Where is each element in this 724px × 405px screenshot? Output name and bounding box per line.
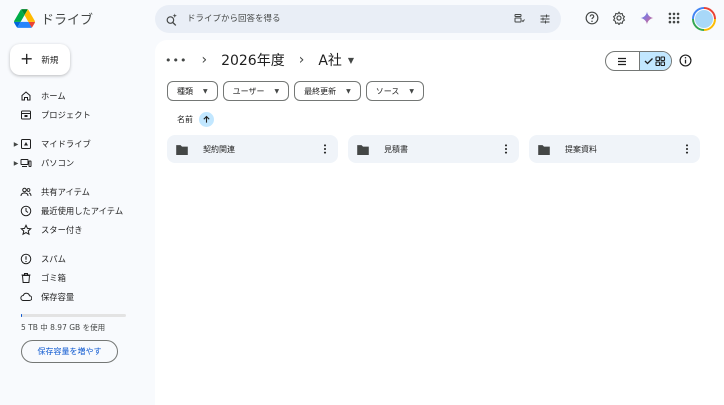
grid-view-button[interactable]: [638, 52, 671, 70]
breadcrumb-item[interactable]: 2026年度: [221, 50, 285, 70]
gemini-icon[interactable]: [640, 11, 654, 25]
view-toggle: [605, 51, 672, 71]
expand-caret-icon[interactable]: ▶: [12, 160, 20, 167]
folder-icon: [176, 144, 188, 155]
search-chips-icon[interactable]: [513, 13, 525, 25]
star-icon: [20, 224, 32, 236]
settings-icon[interactable]: [612, 11, 626, 25]
my-drive-icon: [21, 139, 31, 149]
filter-chip-label: 種類: [177, 86, 193, 96]
list-view-button[interactable]: [606, 52, 639, 70]
home-icon: [21, 91, 31, 101]
project-icon: [21, 110, 31, 120]
drive-logo-icon: [14, 9, 35, 28]
breadcrumb: ••• › 2026年度 › A社 ▼: [165, 50, 354, 70]
storage-usage-bar: [21, 314, 126, 317]
apps-grid-icon[interactable]: [667, 11, 681, 25]
more-options-icon[interactable]: [320, 143, 330, 155]
folder-name: 契約関連: [203, 144, 235, 154]
sidebar-item-label: スター付き: [41, 225, 83, 235]
sort-label[interactable]: 名前: [177, 114, 193, 125]
storage-usage-fill: [21, 314, 23, 317]
sort-direction-button[interactable]: [199, 112, 214, 127]
sidebar-item-label: スパム: [41, 254, 66, 264]
sidebar-item-label: パソコン: [41, 158, 75, 168]
sort-control: 名前: [177, 112, 214, 127]
arrow-up-icon: [203, 115, 210, 123]
ai-search-icon: [166, 13, 177, 26]
sidebar-item-home[interactable]: ホーム: [0, 87, 66, 105]
more-options-icon[interactable]: [682, 143, 692, 155]
filter-people-chip[interactable]: ユーザー ▼: [222, 81, 290, 101]
sidebar-item-label: ゴミ箱: [41, 273, 66, 283]
sidebar-item-computers[interactable]: ▶ パソコン: [0, 154, 75, 172]
folder-icon: [357, 144, 369, 155]
sidebar-item-spam[interactable]: スパム: [0, 250, 66, 268]
folder-name: 提案資料: [565, 144, 597, 154]
sidebar-item-starred[interactable]: スター付き: [0, 221, 83, 239]
dropdown-arrow-icon[interactable]: ▼: [348, 56, 354, 65]
sidebar-item-recent[interactable]: 最近使用したアイテム: [0, 202, 123, 220]
filter-chips: 種類 ▼ ユーザー ▼ 最終更新 ▼ ソース ▼: [167, 81, 424, 101]
main-content: ••• › 2026年度 › A社 ▼ 種類 ▼ ユーザー ▼ 最終更新 ▼ ソ…: [155, 40, 724, 405]
more-options-icon[interactable]: [501, 143, 511, 155]
new-button-label: 新規: [41, 55, 59, 66]
sidebar-item-label: マイドライブ: [41, 139, 91, 149]
folder-grid: 契約関連 見積書 提案資料: [167, 135, 700, 163]
shared-icon: [20, 187, 32, 197]
chevron-right-icon: ›: [201, 52, 208, 68]
recent-icon: [20, 205, 32, 217]
sidebar-item-storage[interactable]: 保存容量: [0, 288, 74, 306]
filter-chip-label: ソース: [375, 86, 400, 96]
filter-modified-chip[interactable]: 最終更新 ▼: [294, 81, 361, 101]
computer-icon: [20, 159, 32, 167]
folder-name: 見積書: [384, 144, 408, 154]
storage-usage-text: 5 TB 中 8.97 GB を使用: [21, 323, 106, 332]
chevron-right-icon: ›: [298, 52, 305, 68]
filter-type-chip[interactable]: 種類 ▼: [167, 81, 218, 101]
grid-view-checked-icon: [644, 56, 666, 66]
drive-logo[interactable]: ドライブ: [14, 9, 93, 28]
folder-card[interactable]: 見積書: [348, 135, 519, 163]
plus-icon: +: [20, 48, 34, 68]
folder-icon: [538, 144, 550, 155]
search-options-icon[interactable]: [539, 13, 551, 25]
filter-chip-label: 最終更新: [304, 86, 337, 96]
folder-card[interactable]: 提案資料: [529, 135, 700, 163]
folder-card[interactable]: 契約関連: [167, 135, 338, 163]
trash-icon: [21, 273, 31, 283]
list-view-icon: [618, 57, 627, 65]
sidebar-item-label: プロジェクト: [41, 110, 91, 120]
dropdown-arrow-icon: ▼: [203, 87, 208, 95]
sidebar-item-shared[interactable]: 共有アイテム: [0, 183, 90, 201]
sidebar-item-trash[interactable]: ゴミ箱: [0, 269, 66, 287]
account-avatar[interactable]: [692, 7, 716, 31]
filter-chip-label: ユーザー: [232, 86, 265, 96]
help-icon[interactable]: [585, 11, 599, 25]
expand-caret-icon[interactable]: ▶: [12, 141, 20, 148]
filter-source-chip[interactable]: ソース ▼: [365, 81, 424, 101]
breadcrumb-current-folder[interactable]: A社: [318, 50, 342, 70]
cloud-icon: [20, 292, 32, 301]
avatar-image: [694, 9, 714, 29]
sidebar-item-label: 最近使用したアイテム: [41, 206, 124, 216]
sidebar-item-label: 保存容量: [41, 292, 75, 302]
search-input[interactable]: [187, 14, 499, 24]
dropdown-arrow-icon: ▼: [409, 87, 414, 95]
get-more-storage-button[interactable]: 保存容量を増やす: [21, 340, 118, 363]
dropdown-arrow-icon: ▼: [274, 87, 280, 95]
sidebar-item-label: 共有アイテム: [41, 187, 90, 197]
search-bar[interactable]: [155, 5, 561, 33]
sidebar-item-my-drive[interactable]: ▶ マイドライブ: [0, 135, 91, 153]
sidebar-item-label: ホーム: [41, 91, 66, 101]
breadcrumb-more-button[interactable]: •••: [165, 54, 187, 67]
app-name: ドライブ: [41, 13, 94, 28]
info-icon[interactable]: [679, 54, 692, 67]
spam-icon: [20, 253, 32, 265]
sidebar-item-projects[interactable]: プロジェクト: [0, 106, 91, 124]
dropdown-arrow-icon: ▼: [346, 87, 351, 95]
new-button[interactable]: + 新規: [10, 44, 70, 75]
